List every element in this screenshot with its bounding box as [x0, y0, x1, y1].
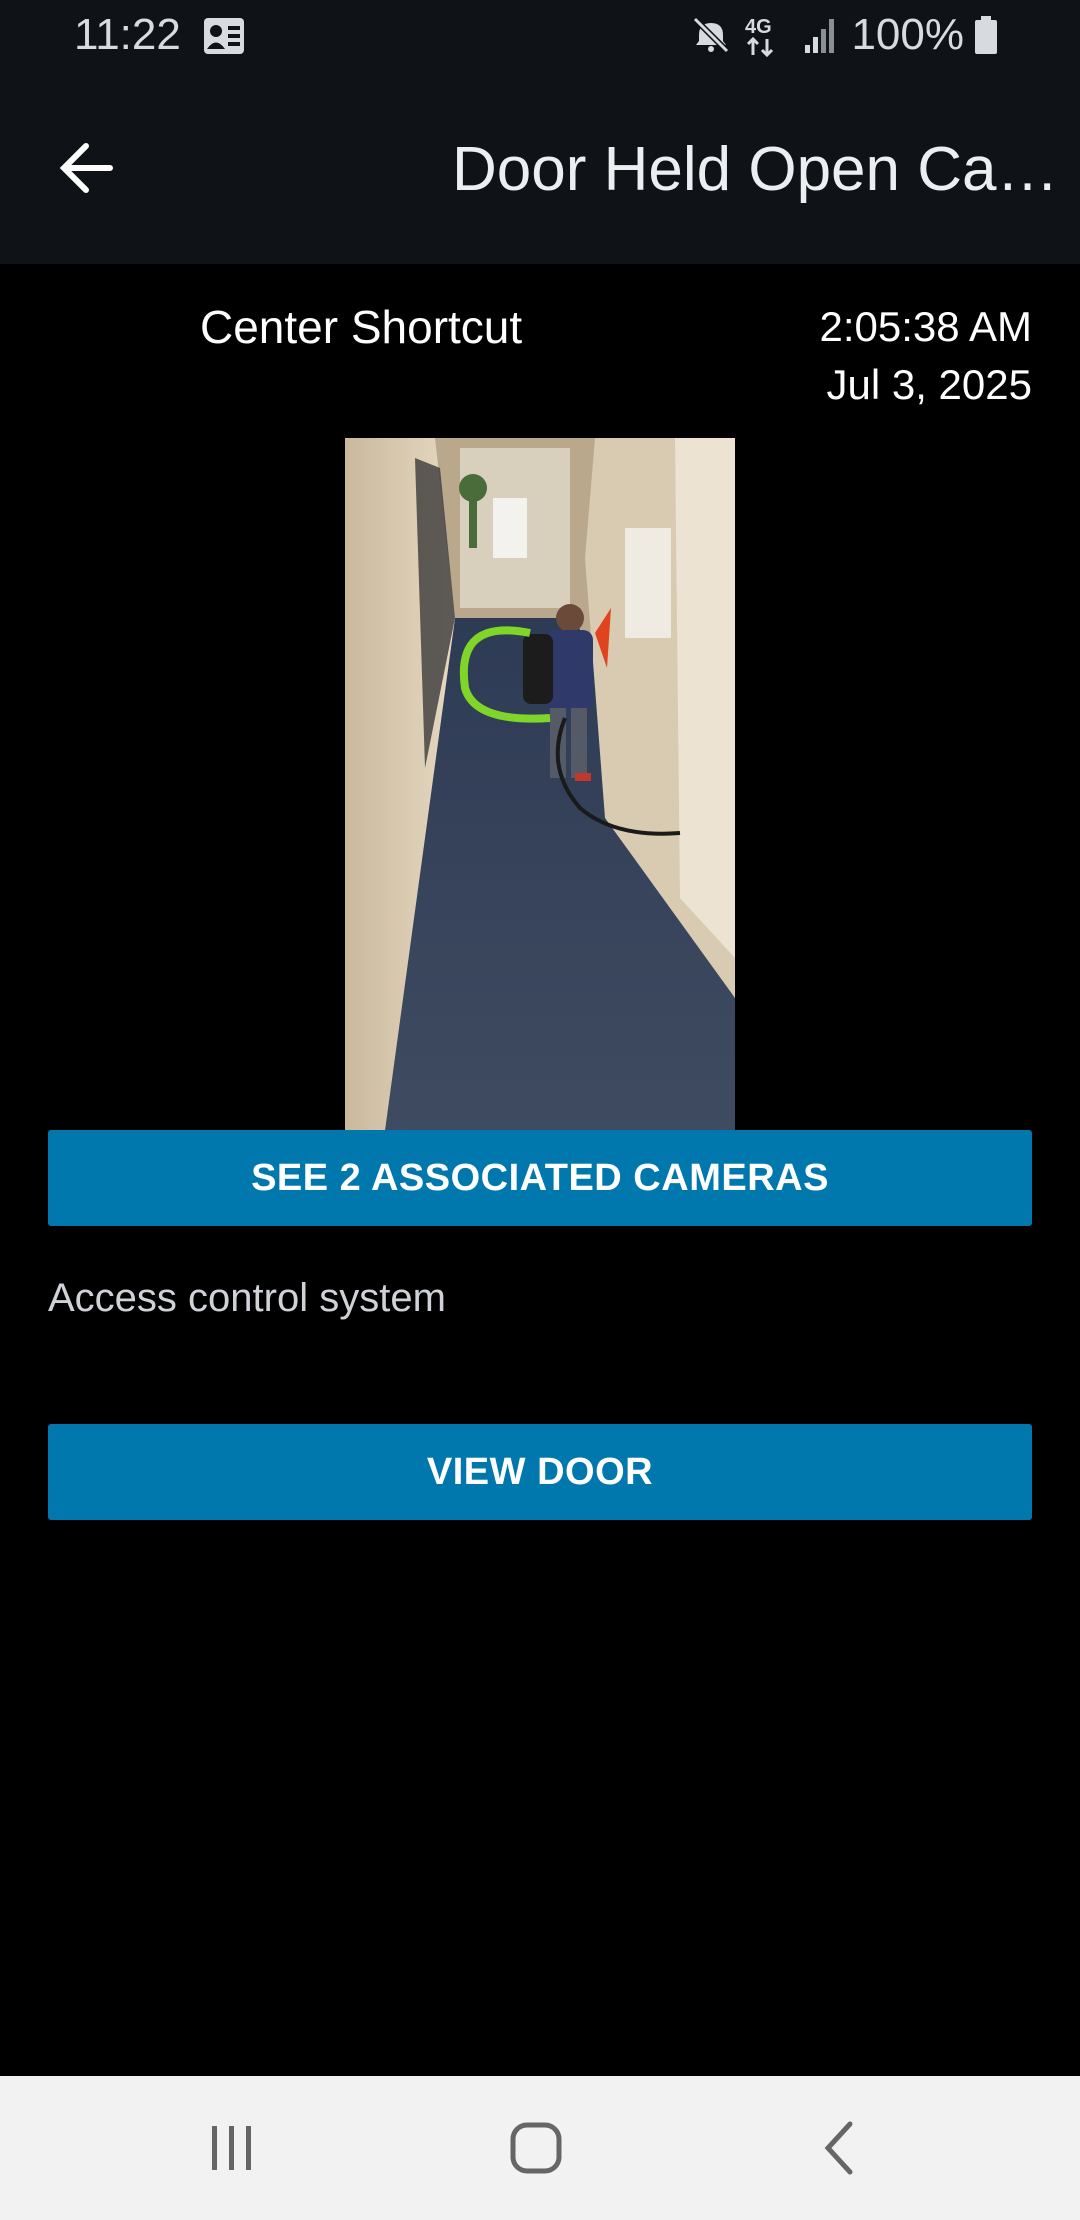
- home-icon[interactable]: [504, 2116, 568, 2180]
- camera-name: Center Shortcut: [200, 301, 523, 353]
- status-time: 11:22: [74, 10, 181, 59]
- svg-text:4G: 4G: [745, 16, 772, 38]
- system-nav-bar: [0, 2076, 1080, 2220]
- mute-icon: [693, 16, 730, 54]
- see-associated-cameras-button[interactable]: SEE 2 ASSOCIATED CAMERAS: [48, 1130, 1032, 1226]
- event-time: 2:05:38 AM: [819, 303, 1032, 350]
- contact-card-icon: [204, 18, 244, 54]
- arrow-left-icon[interactable]: [52, 132, 124, 204]
- status-bar: 11:22 4G 100%: [0, 0, 1080, 72]
- signal-icon: [805, 19, 835, 53]
- source-label: Access control system: [48, 1276, 446, 1320]
- page-title: Door Held Open Ca…: [452, 135, 1059, 204]
- event-date: Jul 3, 2025: [826, 361, 1033, 408]
- lte-data-icon: 4G: [745, 16, 774, 57]
- battery-percent: 100%: [851, 10, 964, 59]
- camera-snapshot[interactable]: [345, 438, 735, 1130]
- recent-apps-icon[interactable]: [200, 2116, 264, 2180]
- view-door-button[interactable]: VIEW DOOR: [48, 1424, 1032, 1520]
- event-timestamp: 2:05:38 AM Jul 3, 2025: [820, 298, 1032, 414]
- app-bar: Door Held Open Ca…: [0, 72, 1080, 264]
- hallway-image: [345, 438, 735, 1130]
- back-icon[interactable]: [808, 2116, 872, 2180]
- status-right-icons: 4G 100%: [691, 10, 1010, 60]
- battery-icon: [975, 16, 997, 54]
